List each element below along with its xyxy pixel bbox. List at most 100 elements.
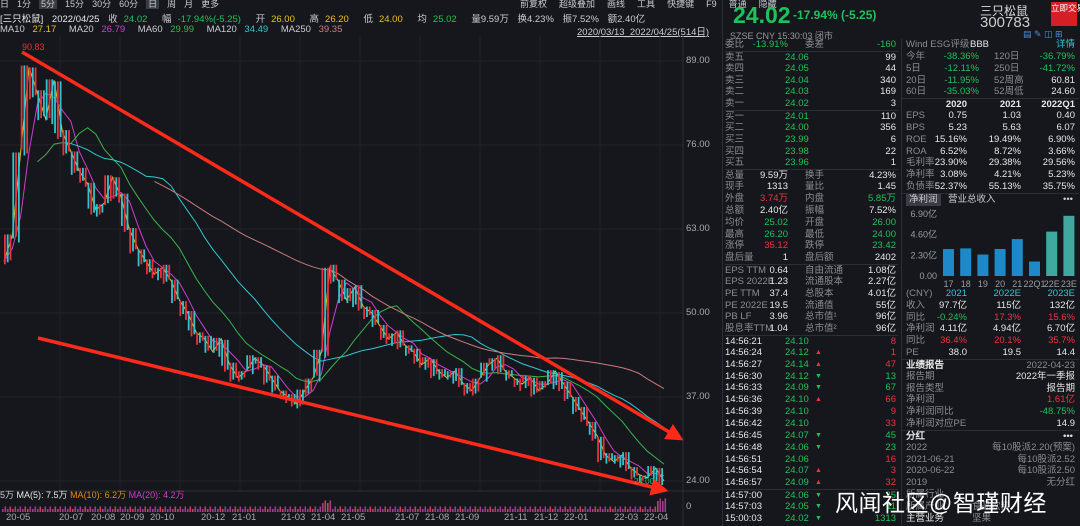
quote-row-cell: 1.23	[769, 275, 789, 287]
period-tab[interactable]: 1分	[17, 0, 31, 9]
toolbar-button[interactable]: 工具	[637, 0, 655, 9]
financial-row-cell: 1.03	[1002, 110, 1022, 122]
dividend-row-cell: 2022	[906, 441, 928, 453]
candle	[187, 311, 190, 331]
forecast-row: 同比 -0.24% 17.3% 15.6%	[902, 312, 1079, 324]
trade-row: 14:56:21 24.10 8	[725, 335, 898, 347]
esg-cell: Wind ESG评级	[906, 39, 970, 50]
kline-chart[interactable]: 90.83 24.00	[0, 36, 720, 526]
volume-bar	[529, 506, 532, 512]
candle	[399, 330, 402, 348]
financial-row-cell: 4.21%	[994, 169, 1021, 181]
quote-row-cell: 44	[885, 62, 896, 74]
volume-bar	[367, 509, 369, 512]
candle	[79, 167, 81, 183]
volume-bar	[37, 509, 39, 512]
period-tab[interactable]: 周	[167, 0, 176, 9]
volume-bar	[194, 506, 197, 512]
period-tab[interactable]: 月	[184, 0, 193, 9]
candle	[304, 378, 307, 396]
x-axis-label: 21-09	[455, 512, 480, 523]
financial-row-cell: 8.72%	[994, 145, 1021, 157]
candle	[329, 264, 332, 284]
ma-line	[70, 143, 665, 429]
quote-row-cell: 盘后量	[725, 252, 754, 264]
toolbar-button[interactable]: 画线	[607, 0, 625, 9]
quote-row-cell: 24.00	[872, 228, 896, 240]
volume-bar	[589, 506, 592, 512]
performance-row-cell: 250日	[994, 62, 1020, 74]
volume-bar	[274, 506, 277, 512]
candle	[547, 370, 549, 386]
profit-tab[interactable]: 营业总收入	[948, 194, 996, 206]
quote-row-cell: 跌停	[805, 240, 825, 252]
candle	[533, 377, 535, 395]
candle	[583, 406, 586, 420]
trade-cell: 9	[890, 406, 896, 418]
candle	[594, 421, 597, 439]
period-tab[interactable]: 60分	[119, 0, 138, 9]
candle	[210, 335, 212, 349]
trade-cell: 24.12	[785, 370, 809, 382]
period-tab[interactable]: 日	[0, 0, 9, 9]
candle	[299, 389, 302, 407]
candle	[148, 259, 151, 273]
arrow-down-icon: ▼	[815, 443, 822, 451]
y-axis-label: 50.00	[686, 307, 710, 318]
toolbar-button[interactable]: 前复权	[520, 0, 547, 9]
volume-bar	[84, 506, 87, 512]
trade-cell: 23	[885, 441, 896, 453]
ma10-label: MA10	[0, 24, 25, 35]
quote-row-cell: 买四	[725, 145, 745, 157]
volume-value: 5万	[0, 490, 15, 500]
y-axis-label: 89.00	[686, 55, 710, 66]
quote-row: 卖四 24.05 44	[725, 63, 898, 75]
period-tab[interactable]: 日	[146, 0, 160, 9]
volume-bar	[387, 509, 389, 512]
candle	[647, 466, 650, 478]
more-icon[interactable]: •••	[1063, 194, 1073, 206]
period-tab[interactable]: 15分	[65, 0, 84, 9]
performance-row-cell: 今年	[906, 50, 926, 62]
candle	[605, 453, 608, 464]
arrow-up-icon: ▲	[815, 396, 822, 404]
quote-row-cell: 3.74万	[760, 192, 788, 204]
candle	[196, 332, 198, 345]
performance-row: 今年 -38.36% 120日 -36.79%	[902, 51, 1079, 63]
x-tick: 17	[943, 279, 953, 289]
toolbar-button[interactable]: 超级叠加	[559, 0, 595, 9]
profit-bar	[943, 249, 954, 276]
trade-now-button[interactable]: 立即交易	[1051, 2, 1080, 26]
quote-row: EPS 2022E 1.23 流通股本 2.27亿	[725, 276, 898, 288]
toolbar-button[interactable]: F9	[706, 0, 717, 9]
period-tab[interactable]: 5分	[39, 0, 58, 9]
candle	[193, 311, 196, 335]
volume-bar	[607, 509, 609, 512]
trade-cell: 14:56:30	[725, 370, 762, 382]
quote-row-cell: 4.01亿	[868, 287, 896, 299]
volume-bar	[604, 506, 607, 512]
period-tab[interactable]: 更多	[201, 0, 219, 9]
volume: 量9.59万	[471, 14, 509, 25]
profit-bar	[994, 248, 1006, 276]
x-tick: 22E	[1044, 279, 1060, 289]
candle	[335, 264, 338, 280]
quote-row-cell: 总市值²	[805, 323, 837, 335]
quote-row-cell: 24.02	[785, 98, 809, 110]
candle	[101, 204, 104, 213]
period-tab[interactable]: 30分	[92, 0, 111, 9]
quote-row-cell: 7.52%	[869, 204, 896, 216]
performance-row-cell: 20日	[906, 74, 927, 86]
esg-cell[interactable]: 详情	[1056, 39, 1075, 51]
candle	[132, 228, 134, 252]
financial-row-cell: 29.56%	[1042, 157, 1075, 169]
candle	[379, 324, 382, 340]
candle	[134, 228, 137, 250]
quote-row: 总量 9.59万 换手 4.23%	[725, 169, 898, 181]
financial-row-cell: 5.63	[1002, 121, 1022, 133]
quote-row: 均价 25.02 开盘 26.00	[725, 217, 898, 229]
profit-tab[interactable]: 净利润	[906, 193, 941, 206]
quote-row-cell: PE TTM	[725, 287, 760, 299]
candle	[6, 234, 9, 263]
toolbar-button[interactable]: 快捷键	[667, 0, 694, 9]
